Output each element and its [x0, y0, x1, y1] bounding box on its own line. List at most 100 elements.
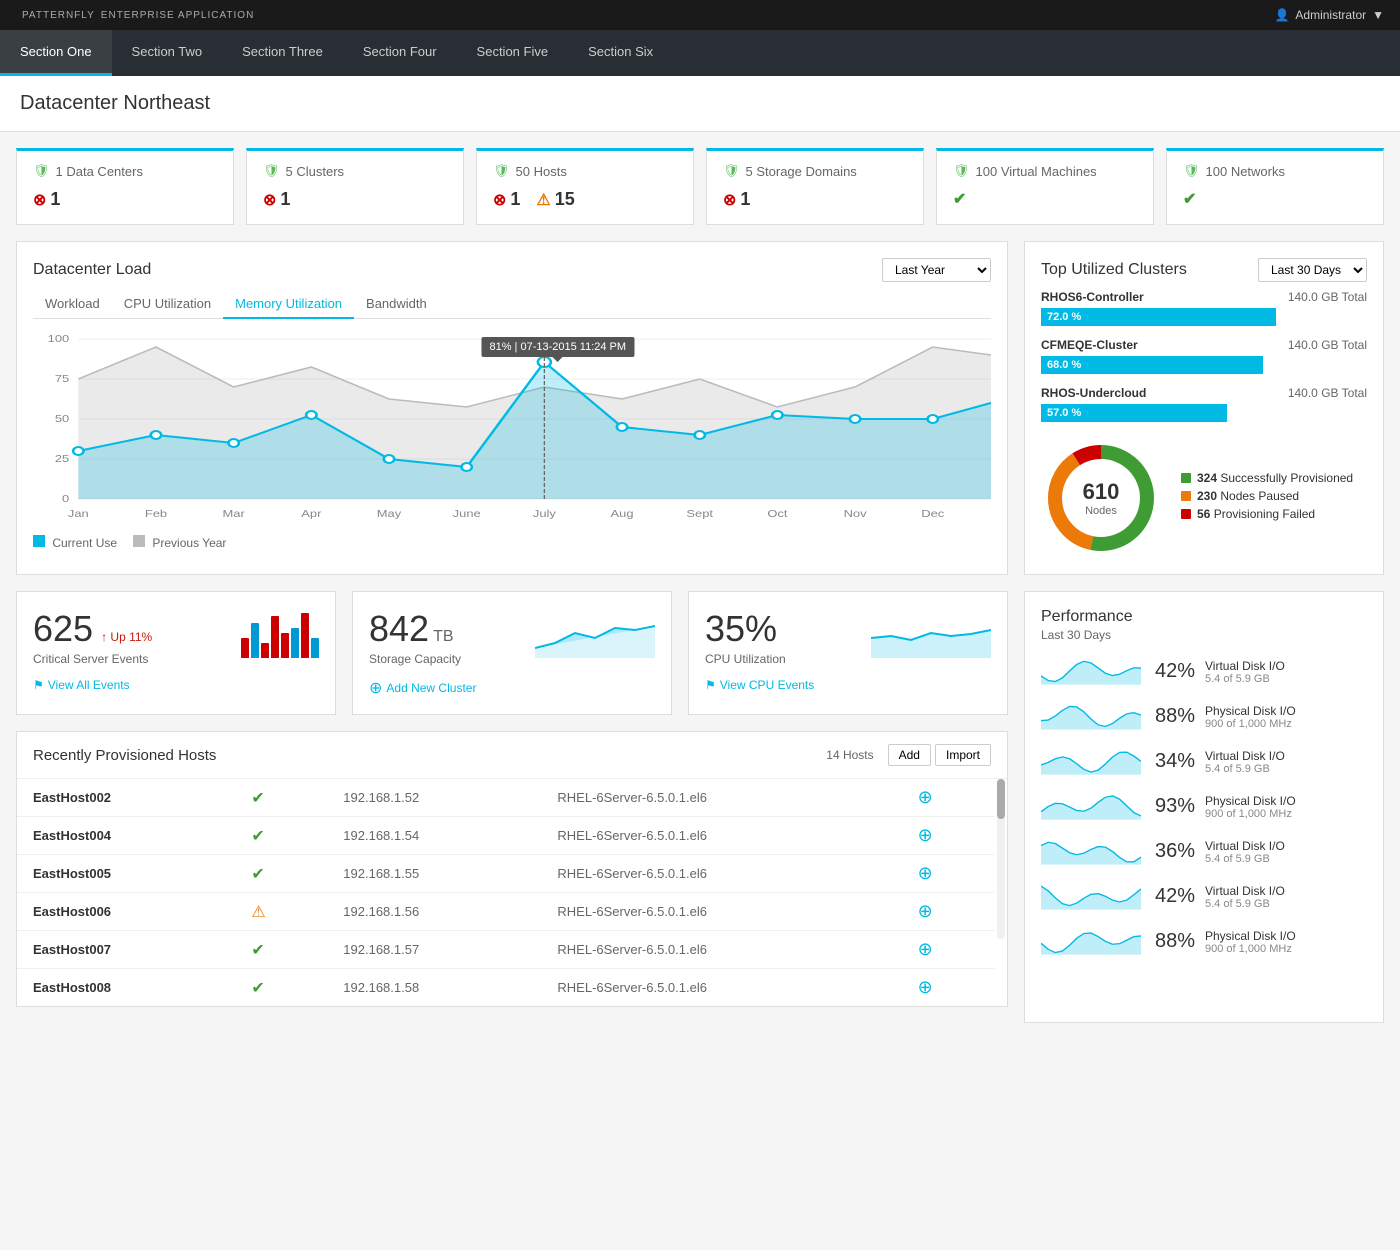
metric-error-dc: ⊗ 1 — [33, 189, 60, 210]
tab-memory[interactable]: Memory Utilization — [223, 290, 354, 319]
metric-ok-networks: ✔ — [1183, 189, 1196, 209]
main-content: 🛡 1 Data Centers ⊗ 1 🛡 5 Clusters ⊗ 1 — [0, 132, 1400, 1039]
nav-section-two[interactable]: Section Two — [112, 30, 223, 76]
hosts-badge: 14 Hosts — [826, 748, 873, 762]
summary-card-vms: 🛡 100 Virtual Machines ✔ — [936, 148, 1154, 225]
table-row: EastHost004 ✔ 192.168.1.54 RHEL-6Server-… — [17, 817, 995, 855]
card-title-clusters: 5 Clusters — [286, 164, 345, 179]
scroll-icon[interactable]: ⊕ — [918, 787, 933, 807]
perf-label: Physical Disk I/O — [1205, 929, 1296, 943]
host-action[interactable]: ⊕ — [902, 779, 995, 817]
perf-row: 88% Physical Disk I/O 900 of 1,000 MHz — [1041, 924, 1367, 959]
nav-section-one[interactable]: Section One — [0, 30, 112, 76]
host-status: ✔ — [235, 931, 327, 969]
host-action[interactable]: ⊕ — [902, 855, 995, 893]
cluster-bar-cfmeqe: 68.0 % — [1041, 356, 1263, 374]
top-bar: PATTERNFLYENTERPRISE APPLICATION 👤 Admin… — [0, 0, 1400, 30]
provision-title: Recently Provisioned Hosts — [33, 747, 216, 764]
scroll-icon[interactable]: ⊕ — [918, 863, 933, 883]
chart-tooltip: 81% | 07-13-2015 11:24 PM — [481, 337, 634, 357]
ok-icon: ✔ — [251, 828, 264, 845]
cluster-bar-rhos6: 72.0 % — [1041, 308, 1276, 326]
ok-icon: ✔ — [251, 866, 264, 883]
chart-tabs: Workload CPU Utilization Memory Utilizat… — [33, 290, 991, 319]
perf-label: Virtual Disk I/O — [1205, 839, 1285, 853]
stat-card-storage: 842 TB Storage Capacity — [352, 591, 672, 715]
perf-sublabel: 5.4 of 5.9 GB — [1205, 898, 1285, 910]
scrollbar[interactable] — [995, 779, 1007, 1006]
host-action[interactable]: ⊕ — [902, 893, 995, 931]
shield-icon: 🛡 — [33, 163, 50, 179]
perf-pct: 88% — [1151, 930, 1195, 953]
provision-table: EastHost002 ✔ 192.168.1.52 RHEL-6Server-… — [17, 779, 995, 1006]
host-action[interactable]: ⊕ — [902, 969, 995, 1007]
host-name: EastHost006 — [17, 893, 235, 931]
scroll-icon[interactable]: ⊕ — [918, 977, 933, 997]
scroll-icon[interactable]: ⊕ — [918, 901, 933, 921]
nav-section-three[interactable]: Section Three — [222, 30, 343, 76]
svg-text:25: 25 — [55, 454, 69, 464]
view-cpu-events-link[interactable]: ⚑ View CPU Events — [705, 678, 991, 692]
svg-text:75: 75 — [55, 374, 69, 384]
memory-chart: 81% | 07-13-2015 11:24 PM 100 75 50 25 0 — [33, 327, 991, 527]
shield-icon: 🛡 — [493, 163, 510, 179]
add-button[interactable]: Add — [888, 744, 931, 766]
ok-icon: ✔ — [1183, 189, 1196, 209]
events-chart — [241, 608, 319, 658]
metric-error-clusters: ⊗ 1 — [263, 189, 290, 210]
metric-warn-hosts: ⚠ 15 — [536, 189, 574, 210]
perf-label: Physical Disk I/O — [1205, 704, 1296, 718]
host-os: RHEL-6Server-6.5.0.1.el6 — [541, 779, 901, 817]
perf-title: Performance — [1041, 608, 1367, 626]
error-icon: ⊗ — [33, 190, 46, 210]
chart-legend: Current Use Previous Year — [33, 535, 991, 550]
perf-label: Virtual Disk I/O — [1205, 659, 1285, 673]
host-action[interactable]: ⊕ — [902, 817, 995, 855]
recently-provisioned: Recently Provisioned Hosts 14 Hosts Add … — [16, 731, 1008, 1007]
nav-section-five[interactable]: Section Five — [457, 30, 569, 76]
clusters-time-filter[interactable]: Last 30 Days Last 7 Days — [1258, 258, 1367, 282]
bottom-left-col: 625 ↑ Up 11% Critical Server Events — [16, 591, 1008, 1023]
perf-sublabel: 5.4 of 5.9 GB — [1205, 763, 1285, 775]
svg-text:July: July — [533, 509, 556, 519]
stat-card-cpu: 35% CPU Utilization ⚑ — [688, 591, 1008, 715]
perf-sparkline — [1041, 834, 1141, 869]
time-filter-select[interactable]: Last Year Last 30 Days Last 7 Days — [882, 258, 991, 282]
svg-text:100: 100 — [48, 334, 70, 344]
user-menu[interactable]: 👤 Administrator ▼ — [1274, 8, 1384, 22]
cpu-label: CPU Utilization — [705, 652, 786, 666]
perf-pct: 34% — [1151, 750, 1195, 773]
host-name: EastHost004 — [17, 817, 235, 855]
table-row: EastHost005 ✔ 192.168.1.55 RHEL-6Server-… — [17, 855, 995, 893]
perf-row: 36% Virtual Disk I/O 5.4 of 5.9 GB — [1041, 834, 1367, 869]
table-row: EastHost007 ✔ 192.168.1.57 RHEL-6Server-… — [17, 931, 995, 969]
nodes-donut: 610 Nodes 324 Successfully Provisioned 2… — [1041, 438, 1367, 558]
import-button[interactable]: Import — [935, 744, 991, 766]
donut-legend: 324 Successfully Provisioned 230 Nodes P… — [1181, 471, 1353, 525]
events-label: Critical Server Events — [33, 652, 152, 666]
storage-chart — [535, 608, 655, 661]
ok-icon: ✔ — [251, 980, 264, 997]
tab-workload[interactable]: Workload — [33, 290, 112, 319]
scroll-icon[interactable]: ⊕ — [918, 939, 933, 959]
card-title-networks: 100 Networks — [1206, 164, 1285, 179]
view-all-events-link[interactable]: ⚑ View All Events — [33, 678, 319, 692]
host-action[interactable]: ⊕ — [902, 931, 995, 969]
svg-text:May: May — [377, 509, 402, 519]
add-cluster-link[interactable]: ⊕ Add New Cluster — [369, 678, 655, 698]
host-os: RHEL-6Server-6.5.0.1.el6 — [541, 817, 901, 855]
tab-bandwidth[interactable]: Bandwidth — [354, 290, 439, 319]
svg-text:50: 50 — [55, 414, 69, 424]
nav-section-six[interactable]: Section Six — [568, 30, 673, 76]
ok-icon: ✔ — [953, 189, 966, 209]
scroll-icon[interactable]: ⊕ — [918, 825, 933, 845]
user-icon: 👤 — [1274, 8, 1289, 22]
storage-value: 842 — [369, 608, 429, 650]
perf-label: Virtual Disk I/O — [1205, 884, 1285, 898]
legend-current: Current Use — [33, 535, 117, 550]
tab-cpu[interactable]: CPU Utilization — [112, 290, 223, 319]
host-name: EastHost005 — [17, 855, 235, 893]
nav-section-four[interactable]: Section Four — [343, 30, 457, 76]
svg-text:Mar: Mar — [223, 509, 245, 519]
host-os: RHEL-6Server-6.5.0.1.el6 — [541, 969, 901, 1007]
